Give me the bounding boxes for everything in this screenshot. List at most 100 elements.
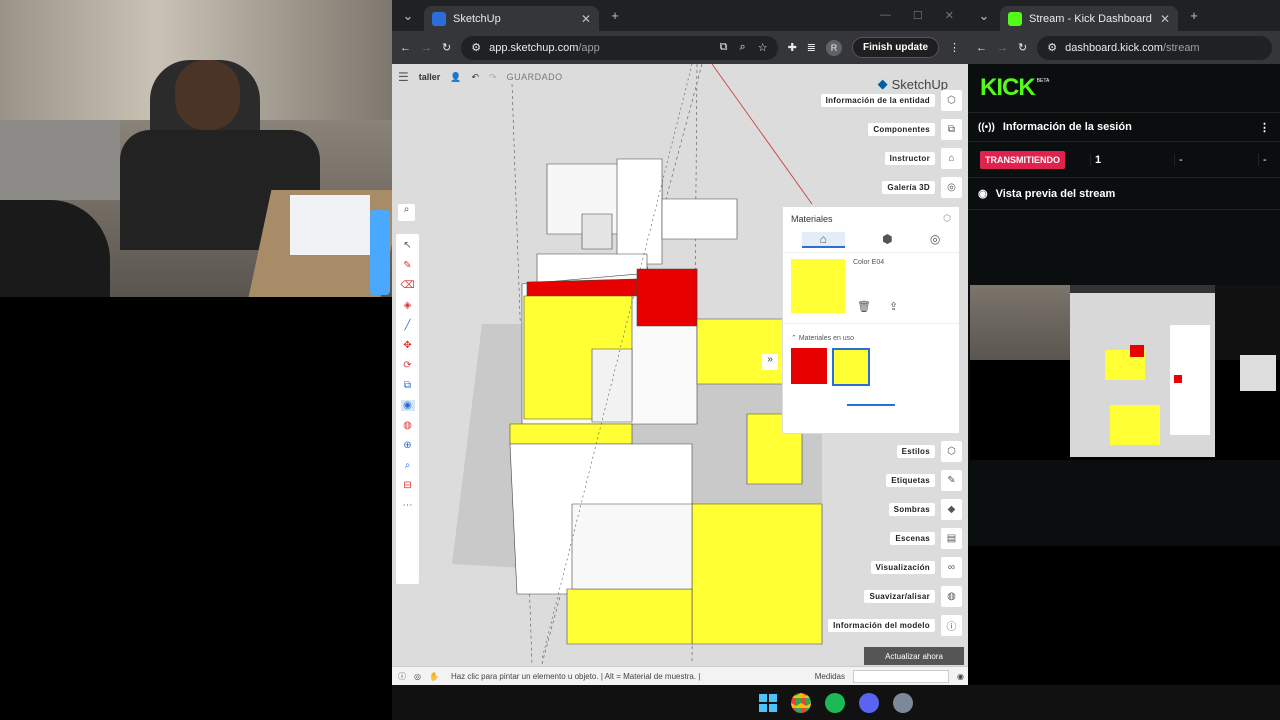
discord-icon[interactable] <box>859 692 879 713</box>
panel-components[interactable]: Componentes ⧉ <box>868 119 962 140</box>
hand-icon[interactable]: ✋ <box>429 672 439 681</box>
material-in-use-red[interactable] <box>791 348 827 384</box>
orbit-tool-icon[interactable]: ⊕ <box>401 440 415 451</box>
more-tools-icon[interactable]: ⋯ <box>401 500 415 511</box>
back-icon[interactable]: ← <box>400 42 411 54</box>
search-tool-icon[interactable]: ⌕ <box>398 204 415 221</box>
forward-icon[interactable]: → <box>421 42 432 54</box>
minimize-icon[interactable]: — <box>880 9 891 22</box>
delete-material-icon[interactable]: 🗑 <box>857 300 871 313</box>
paint-bucket-tool-icon[interactable]: ◈ <box>401 300 415 311</box>
tags-icon[interactable]: ✎ <box>941 470 962 491</box>
current-material-swatch[interactable] <box>791 259 845 313</box>
address-bar[interactable]: ⚙ app.sketchup.com/app ⧉ ⌕ ☆ <box>461 35 778 60</box>
maximize-icon[interactable]: ☐ <box>913 9 923 22</box>
file-name[interactable]: taller <box>419 72 441 82</box>
panel-instructor[interactable]: Instructor ⌂ <box>884 148 962 169</box>
globe-icon[interactable]: ◎ <box>414 672 421 681</box>
tab-list-icon[interactable]: ⌄ <box>974 8 994 24</box>
stream-preview-player[interactable] <box>970 285 1280 460</box>
reload-icon[interactable]: ↻ <box>442 41 451 54</box>
redo-icon[interactable]: ↷ <box>489 72 497 83</box>
materials-home-tab-icon[interactable]: ⌂ <box>801 232 845 248</box>
measures-input[interactable] <box>853 669 950 683</box>
zoom-tool-icon[interactable]: ⌕ <box>401 460 415 471</box>
bookmark-star-icon[interactable]: ☆ <box>758 41 768 54</box>
materials-cube-tab-icon[interactable]: ⬢ <box>882 232 892 248</box>
collaborator-icon[interactable]: 👤 <box>450 72 461 83</box>
panel-smooth[interactable]: Suavizar/alisar ◍ <box>864 586 962 607</box>
select-tool-icon[interactable]: ↖ <box>401 240 415 251</box>
scale-tool-icon[interactable]: ⧉ <box>401 380 415 391</box>
export-material-icon[interactable]: ⇪ <box>889 300 898 313</box>
tape-tool-icon[interactable]: ◍ <box>401 420 415 431</box>
panel-styles[interactable]: Estilos ⬡ <box>896 441 962 462</box>
panel-entity-info[interactable]: Información de la entidad ⬡ <box>820 90 962 111</box>
address-bar[interactable]: ⚙ dashboard.kick.com/stream <box>1037 35 1272 60</box>
finish-update-button[interactable]: Finish update <box>852 37 939 58</box>
measures-icon[interactable]: ◉ <box>957 672 964 681</box>
panel-label: Información del modelo <box>828 619 935 632</box>
reading-list-icon[interactable]: ≣ <box>807 41 816 54</box>
windows-start-icon[interactable] <box>759 693 777 712</box>
site-info-icon[interactable]: ⚙ <box>1047 41 1057 54</box>
pencil-tool-icon[interactable]: ✎ <box>401 260 415 271</box>
panel-shadows[interactable]: Sombras ◆ <box>888 499 962 520</box>
site-info-icon[interactable]: ⚙ <box>471 41 481 54</box>
extensions-icon[interactable]: ✚ <box>788 41 797 54</box>
close-tab-icon[interactable]: ✕ <box>1160 12 1170 26</box>
settings-gear-icon[interactable] <box>893 692 913 713</box>
panel-visualization[interactable]: Visualización ∞ <box>870 557 962 578</box>
block-base-void <box>571 503 693 590</box>
tab-kick-dashboard[interactable]: Stream - Kick Dashboard ✕ <box>1000 6 1178 31</box>
line-tool-icon[interactable]: ╱ <box>401 320 415 331</box>
smooth-icon[interactable]: ◍ <box>941 586 962 607</box>
back-icon[interactable]: ← <box>976 42 987 54</box>
new-tab-icon[interactable]: + <box>605 8 625 23</box>
zoom-icon[interactable]: ⌕ <box>740 41 746 54</box>
materials-sample-tab-icon[interactable]: ◎ <box>930 232 940 248</box>
forward-icon[interactable]: → <box>997 42 1008 54</box>
rotate-tool-icon[interactable]: ⟳ <box>401 360 415 371</box>
section-tool-icon[interactable]: ⊟ <box>401 480 415 491</box>
move-tool-icon[interactable]: ✥ <box>401 340 415 351</box>
components-icon[interactable]: ⧉ <box>941 119 962 140</box>
window-close-icon[interactable]: ✕ <box>945 9 954 22</box>
gallery-icon[interactable]: ◎ <box>941 177 962 198</box>
update-now-button[interactable]: Actualizar ahora <box>864 647 964 665</box>
material-in-use-yellow[interactable] <box>832 348 870 386</box>
panel-label: Visualización <box>870 561 935 574</box>
tab-list-icon[interactable]: ⌄ <box>398 8 418 24</box>
tab-sketchup[interactable]: SketchUp ✕ <box>424 6 599 31</box>
visualization-icon[interactable]: ∞ <box>941 557 962 578</box>
info-entity-icon[interactable]: ⬡ <box>941 90 962 111</box>
new-tab-icon[interactable]: + <box>1184 8 1204 23</box>
panel-gallery[interactable]: Galería 3D ◎ <box>882 177 962 198</box>
panel-model-info[interactable]: Información del modelo ⓘ <box>828 615 962 636</box>
panel-scenes[interactable]: Escenas ▤ <box>890 528 962 549</box>
styles-icon[interactable]: ⬡ <box>941 441 962 462</box>
menu-dots-icon[interactable]: ⋮ <box>949 41 960 54</box>
kick-logo[interactable]: KICK <box>980 74 1036 102</box>
hamburger-menu-icon[interactable]: ☰ <box>398 70 409 84</box>
undo-icon[interactable]: ↶ <box>472 72 480 83</box>
model-info-icon[interactable]: ⓘ <box>941 615 962 636</box>
reload-icon[interactable]: ↻ <box>1018 41 1027 54</box>
eraser-tool-icon[interactable]: ⌫ <box>401 280 415 291</box>
more-options-icon[interactable]: ⋮ <box>1259 121 1270 134</box>
profile-avatar[interactable]: R <box>826 39 842 56</box>
materials-panel-icon[interactable]: ⬡ <box>943 213 951 224</box>
chrome-icon[interactable] <box>791 692 811 713</box>
panel-tags[interactable]: Etiquetas ✎ <box>886 470 962 491</box>
instructor-icon[interactable]: ⌂ <box>941 148 962 169</box>
yellow-ledge <box>509 423 633 445</box>
scenes-icon[interactable]: ▤ <box>941 528 962 549</box>
help-icon[interactable]: ⓘ <box>398 671 406 682</box>
close-tab-icon[interactable]: ✕ <box>581 12 591 26</box>
collapse-chevron-icon[interactable]: ⌃ <box>791 335 797 342</box>
shadows-icon[interactable]: ◆ <box>941 499 962 520</box>
offset-tool-icon[interactable]: ◉ <box>400 400 415 411</box>
spotify-icon[interactable] <box>825 692 845 713</box>
install-app-icon[interactable]: ⧉ <box>720 41 728 54</box>
collapse-panel-icon[interactable]: » <box>762 354 778 370</box>
